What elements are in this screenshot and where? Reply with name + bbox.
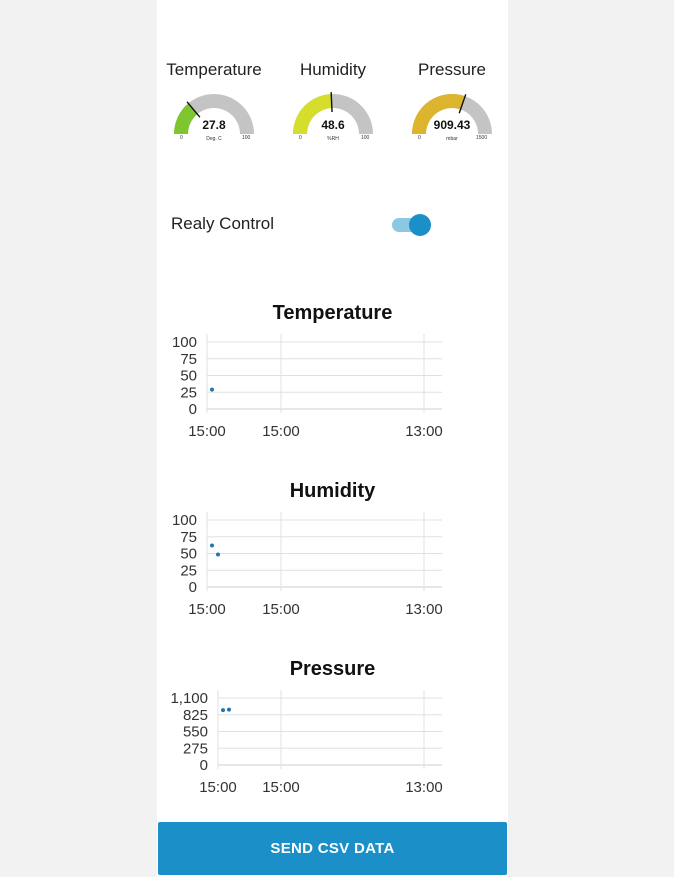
y-tick-label: 0 [200,757,208,774]
y-tick-label: 75 [180,351,197,368]
gauge-max: 100 [361,135,370,141]
y-tick-label: 0 [189,401,197,418]
chart-title-pressure: Pressure [289,658,376,680]
gauge-max: 1500 [476,135,488,141]
x-tick-label: 15:00 [188,601,226,618]
data-point [227,707,231,712]
y-tick-label: 25 [180,562,197,579]
gauge-needle [330,92,333,113]
y-tick-label: 1,100 [170,690,208,707]
x-tick-label: 15:00 [262,779,300,796]
gauge-value: 48.6 [321,118,345,132]
y-tick-label: 100 [172,334,197,351]
gauge-value: 909.43 [433,118,471,132]
y-tick-label: 50 [180,368,197,385]
gauge-value: 27.8 [202,118,226,132]
y-tick-label: 550 [183,724,208,741]
toggle-knob [409,214,431,236]
gauge-min: 0 [418,135,421,141]
x-tick-label: 15:00 [199,779,237,796]
data-point [221,708,225,713]
gauge-unit: Deg. C [206,136,222,142]
chart-humidity: 0255075100 15:00 15:00 13:00 [172,512,443,618]
chart-title-temperature: Temperature [272,302,393,324]
relay-label: Realy Control [171,214,274,233]
data-point [216,552,220,557]
gauge-unit: mbar [446,136,458,142]
gauge-min: 0 [299,135,302,141]
y-tick-label: 825 [183,707,208,724]
send-csv-button[interactable]: SEND CSV DATA [158,822,507,875]
gauge-min: 0 [180,135,183,141]
y-tick-label: 100 [172,512,197,529]
gauge-unit: %RH [327,136,339,142]
chart-title-humidity: Humidity [289,480,376,502]
x-tick-label: 13:00 [405,423,443,440]
gauge-max: 100 [242,135,251,141]
data-point [210,543,214,548]
gauge-title: Temperature [166,60,262,79]
relay-toggle[interactable] [392,212,432,238]
y-tick-label: 0 [189,579,197,596]
data-point [210,387,214,392]
x-tick-label: 15:00 [262,601,300,618]
chart-temperature: 0255075100 15:00 15:00 13:00 [172,334,443,440]
y-tick-label: 75 [180,529,197,546]
y-tick-label: 50 [180,546,197,563]
y-tick-label: 25 [180,384,197,401]
x-tick-label: 13:00 [405,601,443,618]
x-tick-label: 15:00 [262,423,300,440]
gauge-title: Pressure [417,60,487,79]
x-tick-label: 13:00 [405,779,443,796]
y-tick-label: 275 [183,740,208,757]
x-tick-label: 15:00 [188,423,226,440]
gauge-title: Humidity [299,60,367,79]
chart-pressure: 02755508251,100 15:00 15:00 13:00 [170,690,443,796]
